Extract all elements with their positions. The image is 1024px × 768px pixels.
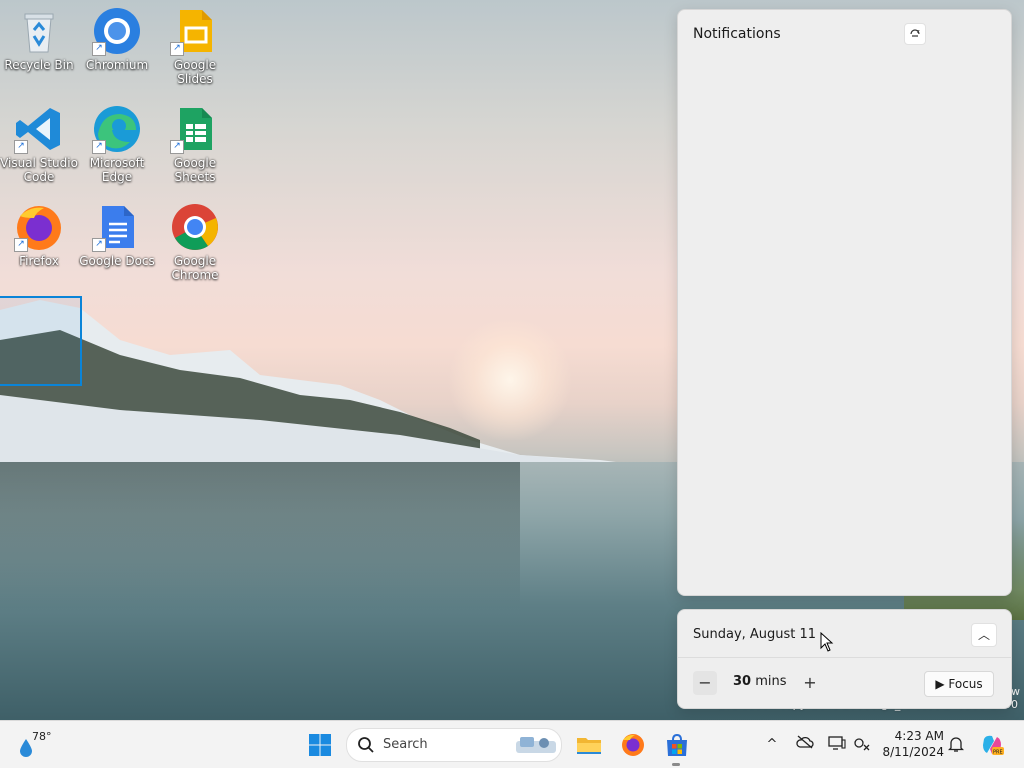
google-slides-icon: ↗: [170, 6, 220, 56]
wallpaper-reflection: [0, 462, 520, 612]
desktop-icon-label: Chromium: [85, 58, 149, 72]
desktop-selection-rectangle: [0, 296, 82, 386]
notifications-title: Notifications: [693, 26, 781, 42]
taskbar-firefox[interactable]: [619, 731, 647, 759]
network-icon: [854, 738, 870, 751]
chevron-up-icon: ︿: [977, 628, 990, 642]
clock-time: 4:23 AM: [894, 729, 944, 743]
shortcut-arrow-icon: ↗: [14, 238, 28, 252]
weather-temperature: 78°: [32, 730, 52, 743]
calendar-panel: Sunday, August 11 ︿ − 30 mins + ▶ Focus: [677, 609, 1012, 709]
weather-widget[interactable]: 78°: [16, 730, 52, 760]
desktop-icon-chromium[interactable]: ↗ Chromium: [78, 0, 156, 72]
focus-unit: mins: [755, 674, 787, 689]
mouse-cursor-icon: [820, 632, 834, 652]
tray-onedrive[interactable]: [795, 735, 815, 755]
desktop-icon-google-chrome[interactable]: Google Chrome: [156, 196, 234, 282]
desktop-icon-label: Recycle Bin: [4, 58, 74, 72]
desktop-icon-recycle-bin[interactable]: Recycle Bin: [0, 0, 78, 72]
tray-display[interactable]: [827, 735, 847, 755]
google-docs-icon: ↗: [92, 202, 142, 252]
calendar-divider: [678, 657, 1011, 658]
taskbar-clock[interactable]: 4:23 AM 8/11/2024: [882, 728, 944, 760]
taskbar-search[interactable]: Search: [346, 728, 562, 762]
play-icon: ▶: [935, 677, 945, 691]
do-not-disturb-button[interactable]: z: [904, 23, 926, 45]
focus-label: Focus: [948, 677, 983, 691]
watermark-edge: w: [1011, 685, 1020, 698]
taskbar-file-explorer[interactable]: [575, 731, 603, 759]
firefox-icon: [622, 734, 644, 756]
desktop-icon-google-sheets[interactable]: ↗ Google Sheets: [156, 98, 234, 184]
shortcut-arrow-icon: ↗: [92, 140, 106, 154]
vscode-icon: ↗: [14, 104, 64, 154]
desktop-icon-label: Firefox: [19, 254, 59, 268]
tray-copilot[interactable]: PRE: [980, 733, 1004, 757]
svg-text:z: z: [917, 29, 920, 35]
desktop-icon-vscode[interactable]: ↗ Visual Studio Code: [0, 98, 78, 184]
notification-center: Notifications z: [677, 9, 1012, 596]
calendar-date-header[interactable]: Sunday, August 11: [693, 627, 816, 642]
desktop-icon-label: Google Slides: [173, 58, 217, 86]
tray-notifications[interactable]: [946, 735, 966, 755]
focus-minutes: 30: [733, 674, 752, 689]
file-explorer-icon: [577, 738, 601, 754]
display-icon: [828, 736, 846, 750]
search-highlight-icon: [516, 737, 556, 753]
shortcut-arrow-icon: ↗: [170, 140, 184, 154]
focus-increase-button[interactable]: +: [798, 671, 822, 695]
desktop-icon-label: Google Docs: [79, 254, 155, 268]
search-icon: [358, 737, 374, 753]
calendar-expand-button[interactable]: ︿: [971, 623, 997, 647]
clock-date: 8/11/2024: [882, 745, 944, 759]
chrome-icon: [170, 202, 220, 252]
shortcut-arrow-icon: ↗: [92, 42, 106, 56]
taskbar-microsoft-store[interactable]: [663, 731, 691, 759]
onedrive-icon: [796, 735, 814, 749]
google-sheets-icon: ↗: [170, 104, 220, 154]
focus-duration: 30 mins: [733, 674, 787, 689]
search-placeholder: Search: [383, 737, 428, 752]
wallpaper-mountain: [0, 300, 640, 470]
desktop-icon-label: Visual Studio Code: [0, 156, 78, 184]
tray-network[interactable]: [852, 735, 872, 755]
svg-text:PRE: PRE: [993, 750, 1003, 756]
desktop-icon-label: Google Chrome: [171, 254, 219, 282]
edge-icon: ↗: [92, 104, 142, 154]
focus-start-button[interactable]: ▶ Focus: [924, 671, 994, 697]
firefox-icon: ↗: [14, 202, 64, 252]
shortcut-arrow-icon: ↗: [14, 140, 28, 154]
desktop-icon-label: Microsoft Edge: [89, 156, 145, 184]
desktop-icon-firefox[interactable]: ↗ Firefox: [0, 196, 78, 268]
chevron-up-icon: ^: [766, 737, 778, 752]
desktop-icon-label: Google Sheets: [173, 156, 217, 184]
desktop-icon-google-slides[interactable]: ↗ Google Slides: [156, 0, 234, 86]
shortcut-arrow-icon: ↗: [92, 238, 106, 252]
shortcut-arrow-icon: ↗: [170, 42, 184, 56]
copilot-icon: PRE: [983, 735, 1004, 756]
desktop-icon-edge[interactable]: ↗ Microsoft Edge: [78, 98, 156, 184]
do-not-disturb-icon: z: [910, 29, 920, 37]
windows-logo-icon: [309, 734, 331, 756]
tray-overflow-button[interactable]: ^: [762, 735, 782, 755]
desktop-icon-google-docs[interactable]: ↗ Google Docs: [78, 196, 156, 268]
recycle-bin-icon: [14, 6, 64, 56]
bell-icon: [947, 737, 965, 752]
taskbar: 78° Search ^ 4:23 AM 8/11/2024 PRE: [0, 720, 1024, 768]
microsoft-store-icon: [667, 733, 687, 756]
active-app-indicator: [672, 763, 680, 766]
start-button[interactable]: [308, 733, 332, 757]
chromium-icon: ↗: [92, 6, 142, 56]
focus-decrease-button[interactable]: −: [693, 671, 717, 695]
